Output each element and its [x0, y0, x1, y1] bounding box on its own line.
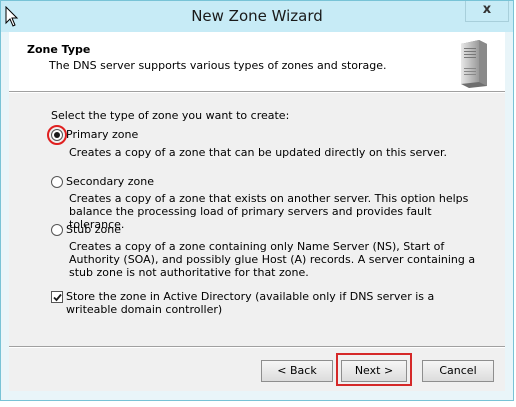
- title-bar[interactable]: New Zone Wizard x: [1, 1, 513, 32]
- desktop-background: [0, 401, 516, 407]
- window-title: New Zone Wizard: [191, 7, 323, 25]
- server-tower-icon: [457, 38, 491, 91]
- wizard-footer: < Back Next > Cancel: [9, 348, 505, 391]
- close-icon: x: [482, 2, 492, 17]
- radio-button[interactable]: [51, 224, 63, 236]
- store-in-ad-label[interactable]: Store the zone in Active Directory (avai…: [66, 290, 486, 316]
- page-title: Zone Type: [27, 43, 91, 56]
- zone-type-prompt: Select the type of zone you want to crea…: [51, 109, 290, 122]
- wizard-header: Zone Type The DNS server supports variou…: [9, 32, 505, 91]
- stub-zone-label[interactable]: Stub zone: [66, 223, 121, 236]
- secondary-zone-label[interactable]: Secondary zone: [66, 175, 154, 188]
- next-button[interactable]: Next >: [341, 360, 407, 382]
- radio-highlight-circle: [47, 125, 67, 145]
- cancel-button[interactable]: Cancel: [422, 360, 494, 382]
- stub-zone-description: Creates a copy of a zone containing only…: [69, 240, 476, 279]
- page-subtitle: The DNS server supports various types of…: [49, 59, 387, 72]
- secondary-zone-description: Creates a copy of a zone that exists on …: [69, 192, 469, 231]
- close-button[interactable]: x: [465, 1, 509, 22]
- back-button[interactable]: < Back: [261, 360, 333, 382]
- checkmark-icon: [53, 293, 62, 302]
- mouse-pointer-icon: [5, 5, 19, 31]
- checkbox-checked[interactable]: [51, 291, 63, 303]
- primary-zone-label[interactable]: Primary zone: [66, 128, 138, 141]
- radio-button[interactable]: [51, 176, 63, 188]
- primary-zone-description: Creates a copy of a zone that can be upd…: [69, 146, 448, 159]
- wizard-body: Select the type of zone you want to crea…: [9, 93, 505, 346]
- wizard-window: New Zone Wizard x Zone Type The DNS serv…: [0, 0, 514, 401]
